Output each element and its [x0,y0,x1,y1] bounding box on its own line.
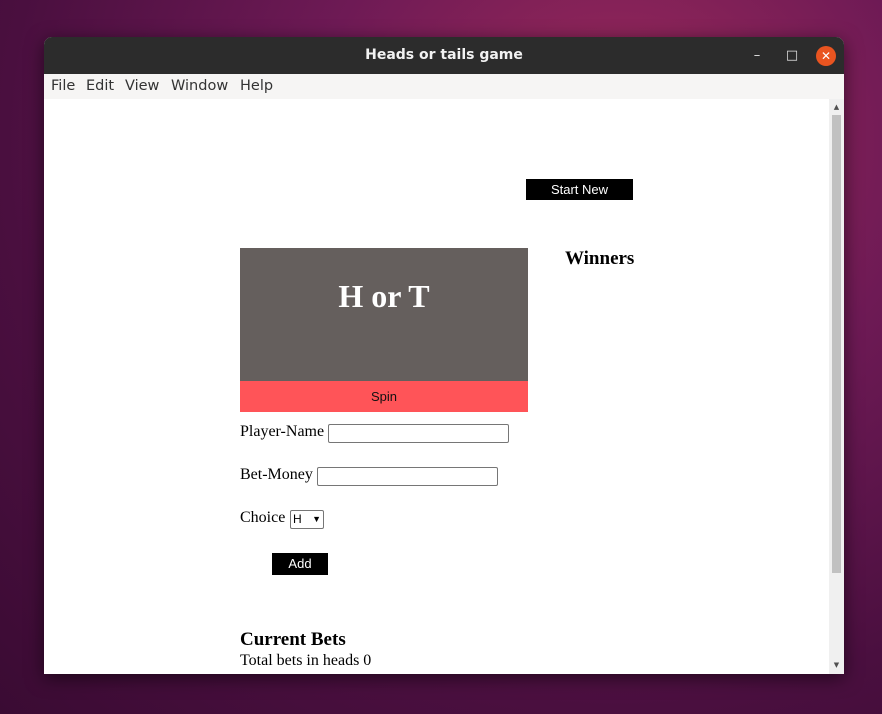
app-window: Heads or tails game – □ ✕ File Edit View… [44,37,844,674]
coin-display: H or T [240,248,528,381]
close-icon[interactable]: ✕ [816,46,836,66]
spin-button[interactable]: Spin [240,381,528,412]
page-content: Start New H or T Spin Winners Player-Nam… [44,99,829,674]
title-bar[interactable]: Heads or tails game – □ ✕ [44,37,844,74]
menu-help[interactable]: Help [240,78,273,94]
player-name-input[interactable] [328,424,509,443]
scroll-thumb[interactable] [832,115,841,573]
winners-heading: Winners [565,248,635,269]
minimize-icon[interactable]: – [747,46,767,66]
choice-select[interactable]: H ▼ [290,510,324,529]
player-name-label: Player-Name [240,423,325,440]
window-title: Heads or tails game [365,47,523,63]
menu-edit[interactable]: Edit [86,78,114,94]
choice-selected-value: H [293,512,302,526]
total-heads-stat: Total bets in heads 0 [240,652,372,669]
menu-bar: File Edit View Window Help [44,74,844,99]
menu-file[interactable]: File [51,78,75,94]
scroll-up-icon[interactable]: ▲ [832,102,841,112]
chevron-down-icon: ▼ [312,514,321,524]
vertical-scrollbar[interactable]: ▲ ▼ [829,99,844,674]
current-bets-heading: Current Bets [240,629,346,650]
menu-view[interactable]: View [125,78,159,94]
start-new-button[interactable]: Start New [526,179,633,200]
bet-money-label: Bet-Money [240,466,313,483]
add-button[interactable]: Add [272,553,328,575]
menu-window[interactable]: Window [171,78,228,94]
coin-text: H or T [338,278,430,314]
maximize-icon[interactable]: □ [782,46,802,66]
bet-money-input[interactable] [317,467,498,486]
choice-label: Choice [240,509,286,526]
scroll-down-icon[interactable]: ▼ [832,660,841,670]
